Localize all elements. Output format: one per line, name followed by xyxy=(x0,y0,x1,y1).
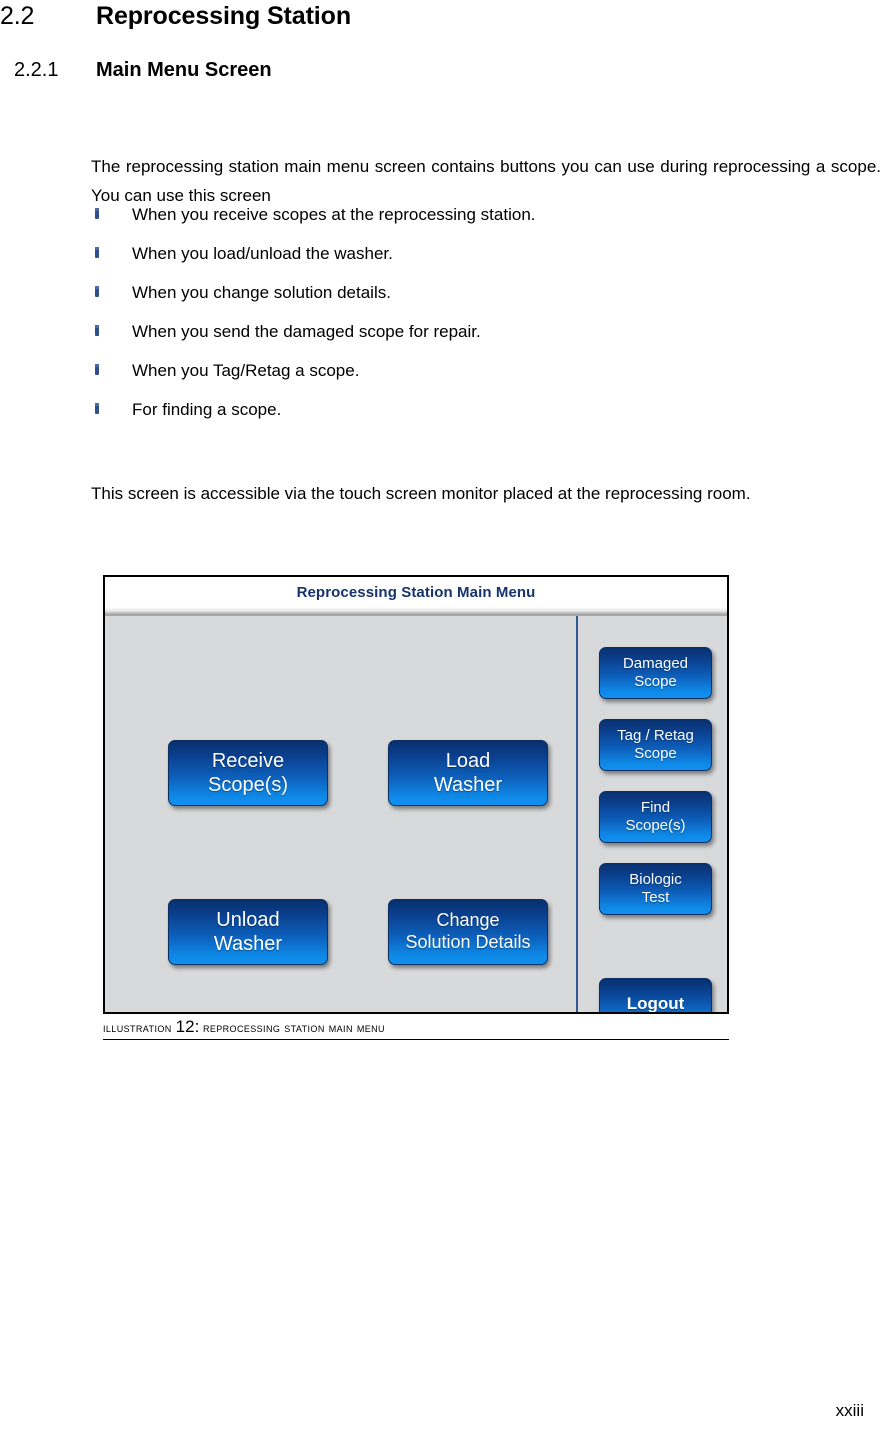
caption-text: Reprocessing station main menu xyxy=(202,1020,385,1035)
unload-washer-label: Unload Washer xyxy=(213,908,283,955)
list-item: When you change solution details. xyxy=(91,281,881,320)
bullet-marker-icon xyxy=(95,364,99,375)
tag-retag-scope-button[interactable]: Tag / Retag Scope xyxy=(599,719,712,771)
biologic-test-button[interactable]: Biologic Test xyxy=(599,863,712,915)
screen-titlebar: Reprocessing Station Main Menu xyxy=(105,577,727,607)
list-item: When you receive scopes at the reprocess… xyxy=(91,203,881,242)
application-screenshot: Reprocessing Station Main Menu Receive Sc… xyxy=(103,575,729,1014)
list-item-label: When you receive scopes at the reprocess… xyxy=(132,205,536,224)
load-washer-button[interactable]: Load Washer xyxy=(388,740,548,806)
subsection-number: 2.2.1 xyxy=(14,59,59,81)
bullet-marker-icon xyxy=(95,208,99,219)
unload-washer-button[interactable]: Unload Washer xyxy=(168,899,328,965)
biologic-test-label: Biologic Test xyxy=(629,870,682,906)
bullet-marker-icon xyxy=(95,286,99,297)
page-number: xxiii xyxy=(835,1401,864,1420)
figure-reprocessing-station-main-menu: Reprocessing Station Main Menu Receive Sc… xyxy=(103,575,729,1040)
caption-prefix: Illustration xyxy=(103,1020,176,1035)
titlebar-separator xyxy=(105,607,727,616)
logout-button[interactable]: Logout xyxy=(599,978,712,1013)
document-page: 2.2 Reprocessing Station 2.2.1 Main Menu… xyxy=(0,0,882,1429)
list-item-label: When you send the damaged scope for repa… xyxy=(132,322,481,341)
caption-separator: : xyxy=(194,1017,200,1036)
subsection-title: Main Menu Screen xyxy=(96,59,272,81)
intro-paragraph: The reprocessing station main menu scree… xyxy=(91,157,881,205)
usage-bullet-list: When you receive scopes at the reprocess… xyxy=(91,203,881,437)
figure-caption: Illustration 12: Reprocessing station ma… xyxy=(103,1014,729,1040)
bullet-marker-icon xyxy=(95,247,99,258)
vertical-divider xyxy=(576,616,578,1012)
list-item-label: For finding a scope. xyxy=(132,400,282,419)
subsection-heading: 2.2.1 Main Menu Screen xyxy=(14,59,882,82)
tag-retag-scope-label: Tag / Retag Scope xyxy=(617,726,694,762)
logout-label: Logout xyxy=(626,993,685,1013)
change-solution-details-label: Change Solution Details xyxy=(405,910,531,952)
list-item-label: When you Tag/Retag a scope. xyxy=(132,361,360,380)
find-scopes-label: Find Scope(s) xyxy=(625,798,686,834)
damaged-scope-label: Damaged Scope xyxy=(622,654,689,690)
list-item-label: When you load/unload the washer. xyxy=(132,244,393,263)
list-item: When you Tag/Retag a scope. xyxy=(91,359,881,398)
bullet-marker-icon xyxy=(95,325,99,336)
access-paragraph: This screen is accessible via the touch … xyxy=(91,484,751,503)
change-solution-details-button[interactable]: Change Solution Details xyxy=(388,899,548,965)
section-title: Reprocessing Station xyxy=(96,2,351,30)
receive-scopes-button[interactable]: Receive Scope(s) xyxy=(168,740,328,806)
damaged-scope-button[interactable]: Damaged Scope xyxy=(599,647,712,699)
screen-title: Reprocessing Station Main Menu xyxy=(296,583,536,601)
load-washer-label: Load Washer xyxy=(433,749,503,796)
section-number: 2.2 xyxy=(0,2,35,30)
section-heading: 2.2 Reprocessing Station xyxy=(0,2,882,31)
list-item-label: When you change solution details. xyxy=(132,283,391,302)
receive-scopes-label: Receive Scope(s) xyxy=(207,749,289,796)
list-item: When you send the damaged scope for repa… xyxy=(91,320,881,359)
find-scopes-button[interactable]: Find Scope(s) xyxy=(599,791,712,843)
bullet-marker-icon xyxy=(95,403,99,414)
list-item: For finding a scope. xyxy=(91,398,881,437)
list-item: When you load/unload the washer. xyxy=(91,242,881,281)
screen-body: Receive Scope(s) Load Washer Unload Washer … xyxy=(105,616,727,1012)
caption-number: 12 xyxy=(175,1017,195,1036)
